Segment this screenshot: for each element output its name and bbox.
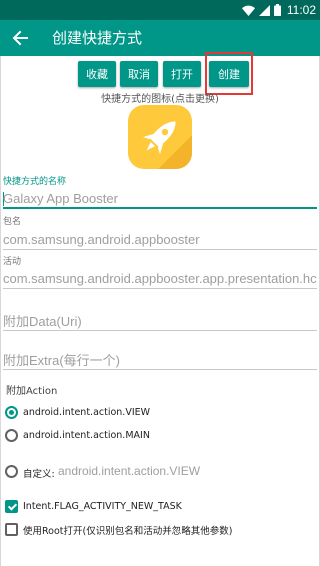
status-icons: 11:02 bbox=[241, 0, 316, 20]
radio-action-main-label[interactable]: android.intent.action.MAIN bbox=[23, 430, 150, 441]
radio-action-main[interactable] bbox=[5, 429, 18, 442]
activity-label: 活动 bbox=[3, 257, 22, 267]
package-underline bbox=[3, 249, 317, 250]
activity-input[interactable]: com.samsung.android.appbooster.app.prese… bbox=[3, 271, 317, 286]
new-task-label[interactable]: Intent.FLAG_ACTIVITY_NEW_TASK bbox=[23, 501, 182, 512]
rocket-icon bbox=[143, 121, 192, 169]
radio-action-custom-label[interactable]: 自定义: bbox=[23, 466, 55, 480]
name-input[interactable]: Galaxy App Booster bbox=[3, 191, 317, 206]
radio-action-view[interactable] bbox=[5, 406, 18, 419]
wifi-icon bbox=[241, 5, 255, 16]
shortcut-icon-picker[interactable] bbox=[128, 105, 192, 169]
radio-action-custom[interactable] bbox=[5, 465, 18, 478]
extra-underline bbox=[3, 369, 317, 370]
app-bar: 创建快捷方式 bbox=[0, 20, 320, 56]
open-button[interactable]: 打开 bbox=[163, 61, 201, 87]
icon-caption: 快捷方式的图标(点击更换) bbox=[101, 94, 219, 105]
data-uri-input[interactable]: 附加Data(Uri) bbox=[3, 311, 317, 330]
name-underline bbox=[3, 207, 317, 209]
root-open-checkbox[interactable] bbox=[5, 523, 18, 536]
package-label: 包名 bbox=[3, 217, 22, 227]
activity-underline bbox=[3, 288, 317, 289]
favorite-button[interactable]: 收藏 bbox=[78, 61, 116, 87]
page-title: 创建快捷方式 bbox=[52, 29, 143, 47]
package-input[interactable]: com.samsung.android.appbooster bbox=[3, 232, 317, 247]
back-arrow-icon bbox=[12, 30, 28, 46]
custom-action-input[interactable]: android.intent.action.VIEW bbox=[58, 464, 200, 478]
highlight-annotation bbox=[205, 52, 253, 95]
new-task-checkbox[interactable] bbox=[5, 500, 18, 513]
battery-icon bbox=[273, 4, 281, 16]
radio-action-view-label[interactable]: android.intent.action.VIEW bbox=[23, 407, 150, 418]
root-open-label[interactable]: 使用Root打开(仅识别包名和活动并忽略其他参数) bbox=[23, 523, 232, 537]
action-label: 附加Action bbox=[6, 386, 58, 397]
data-uri-underline bbox=[3, 330, 317, 331]
status-bar: 11:02 bbox=[0, 0, 320, 20]
back-button[interactable] bbox=[8, 26, 32, 50]
extra-input[interactable]: 附加Extra(每行一个) bbox=[3, 350, 317, 369]
signal-icon bbox=[258, 4, 270, 16]
name-label: 快捷方式的名称 bbox=[3, 177, 67, 187]
status-time: 11:02 bbox=[286, 3, 316, 17]
cancel-button[interactable]: 取消 bbox=[120, 61, 158, 87]
